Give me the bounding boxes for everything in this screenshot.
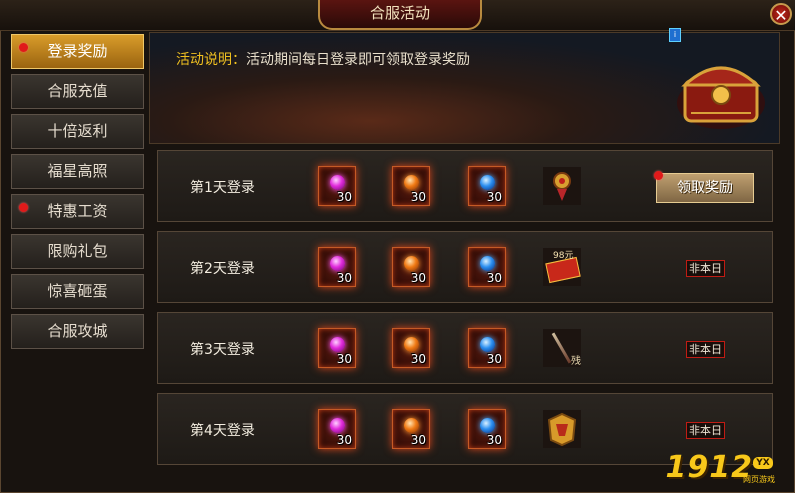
status-badge: 非本日 <box>686 422 725 439</box>
item-quantity: 30 <box>486 433 502 447</box>
activity-description: 活动说明：活动期间每日登录即可领取登录奖励 <box>176 49 470 69</box>
description-label: 活动说明： <box>176 52 246 68</box>
item-slot[interactable]: 30 <box>468 328 506 368</box>
row-label: 第3天登录 <box>190 342 255 358</box>
sidebar-item-login-reward[interactable]: 登录奖励 <box>11 34 144 69</box>
blue-gem-icon <box>480 175 495 190</box>
item-slot[interactable]: 30 <box>318 409 356 449</box>
sidebar-item-special-salary[interactable]: 特惠工资 <box>11 194 144 229</box>
close-button[interactable]: ✕ <box>770 3 792 25</box>
row-label: 第4天登录 <box>190 423 255 439</box>
sidebar-item-label: 特惠工资 <box>47 202 108 220</box>
sidebar-item-label: 惊喜砸蛋 <box>47 282 108 300</box>
row-label: 第2天登录 <box>190 261 255 277</box>
item-slot[interactable]: 30 <box>468 166 506 206</box>
watermark-number: 1912 <box>665 450 753 485</box>
status-badge: 非本日 <box>686 260 725 277</box>
treasure-chest-icon <box>677 66 765 129</box>
status-badge: 非本日 <box>686 341 725 358</box>
close-icon: ✕ <box>774 6 788 25</box>
blue-gem-icon <box>480 256 495 271</box>
item-slot[interactable]: 30 <box>392 328 430 368</box>
sidebar-item-lucky-star[interactable]: 福星高照 <box>11 154 144 189</box>
reward-row-day1: 第1天登录 30 30 30 领取奖励 <box>157 150 773 222</box>
reward-row-day2: 第2天登录 30 30 30 98元 非本日 <box>157 231 773 303</box>
orange-gem-icon <box>404 175 419 190</box>
reward-row-day3: 第3天登录 30 30 30 残 非本日 <box>157 312 773 384</box>
sidebar-item-label: 限购礼包 <box>47 242 108 260</box>
pink-gem-icon <box>330 175 345 190</box>
item-quantity: 30 <box>336 433 352 447</box>
site-watermark-logo: 1912 YX 网页游戏 <box>665 450 776 487</box>
sidebar-item-siege[interactable]: 合服攻城 <box>11 314 144 349</box>
orange-gem-icon <box>404 256 419 271</box>
activity-banner: 活动说明：活动期间每日登录即可领取登录奖励 <box>149 32 780 144</box>
watermark-badge: YX <box>753 457 773 469</box>
claim-button-label: 领取奖励 <box>677 180 733 196</box>
item-slot[interactable]: 30 <box>318 247 356 287</box>
item-slot[interactable]: 30 <box>318 166 356 206</box>
sidebar-item-limited-pack[interactable]: 限购礼包 <box>11 234 144 269</box>
reward-text: 98元 <box>553 251 574 261</box>
row-label: 第1天登录 <box>190 180 255 196</box>
orange-gem-icon <box>404 418 419 433</box>
reward-list: 第1天登录 30 30 30 领取奖励 第2天登录 30 30 30 98元 非… <box>149 146 778 484</box>
item-quantity: 30 <box>410 271 426 285</box>
sidebar-item-surprise-egg[interactable]: 惊喜砸蛋 <box>11 274 144 309</box>
orange-gem-icon <box>404 337 419 352</box>
item-quantity: 30 <box>336 352 352 366</box>
golden-amulet-icon[interactable] <box>543 167 581 205</box>
golden-armor-icon[interactable] <box>543 410 581 448</box>
sidebar-item-label: 福星高照 <box>47 162 108 180</box>
description-text: 活动期间每日登录即可领取登录奖励 <box>246 52 470 68</box>
item-quantity: 30 <box>486 271 502 285</box>
item-quantity: 30 <box>410 433 426 447</box>
pink-gem-icon <box>330 256 345 271</box>
notification-dot <box>19 43 28 52</box>
claim-reward-button[interactable]: 领取奖励 <box>654 171 754 203</box>
item-slot[interactable]: 30 <box>392 409 430 449</box>
info-icon[interactable]: i <box>669 28 681 42</box>
item-quantity: 30 <box>486 352 502 366</box>
item-quantity: 30 <box>336 190 352 204</box>
sidebar-item-label: 登录奖励 <box>47 42 108 60</box>
item-quantity: 30 <box>486 190 502 204</box>
sidebar-menu: 登录奖励 合服充值 十倍返利 福星高照 特惠工资 限购礼包 惊喜砸蛋 合服攻城 <box>8 34 148 484</box>
red-packet-icon[interactable]: 98元 <box>543 248 581 286</box>
blue-gem-icon <box>480 418 495 433</box>
item-slot[interactable]: 30 <box>318 328 356 368</box>
item-quantity: 30 <box>410 352 426 366</box>
reward-text: 残 <box>571 356 581 367</box>
watermark-subtitle: 网页游戏 <box>743 475 775 484</box>
weapon-staff-icon[interactable]: 残 <box>543 329 581 367</box>
item-slot[interactable]: 30 <box>392 166 430 206</box>
sidebar-item-tenfold-rebate[interactable]: 十倍返利 <box>11 114 144 149</box>
item-slot[interactable]: 30 <box>468 247 506 287</box>
notification-dot <box>654 171 663 180</box>
pink-gem-icon <box>330 337 345 352</box>
sidebar-item-label: 合服充值 <box>47 82 108 100</box>
sidebar-item-label: 十倍返利 <box>47 122 108 140</box>
title-bar: 合服活动 ✕ <box>0 0 795 31</box>
item-slot[interactable]: 30 <box>392 247 430 287</box>
notification-dot <box>19 203 28 212</box>
pink-gem-icon <box>330 418 345 433</box>
window-title: 合服活动 <box>318 0 482 30</box>
item-slot[interactable]: 30 <box>468 409 506 449</box>
item-quantity: 30 <box>336 271 352 285</box>
blue-gem-icon <box>480 337 495 352</box>
item-quantity: 30 <box>410 190 426 204</box>
sidebar-item-merge-recharge[interactable]: 合服充值 <box>11 74 144 109</box>
sidebar-item-label: 合服攻城 <box>47 322 108 340</box>
